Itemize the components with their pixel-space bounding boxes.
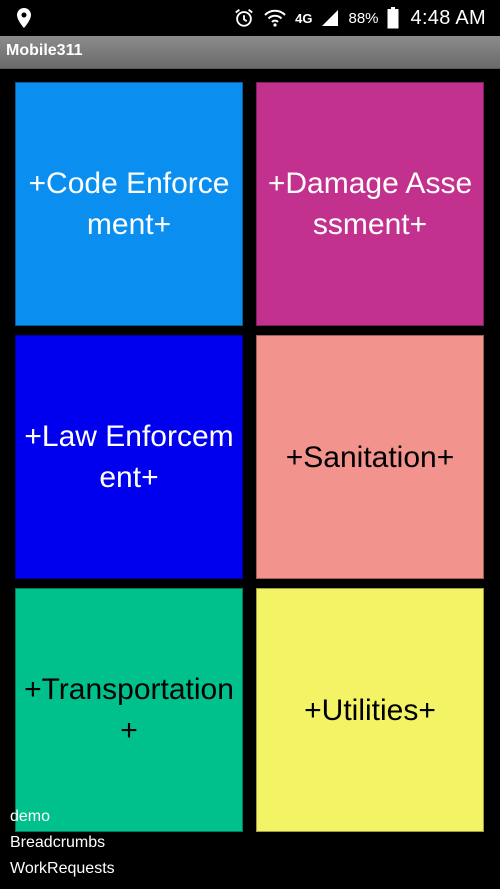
tile-law-enforcement[interactable]: +Law Enforcement+: [15, 335, 243, 579]
clock-time: 4:48 AM: [410, 6, 486, 29]
tile-label: +Utilities+: [304, 693, 436, 727]
app-bar: Mobile311: [0, 36, 500, 69]
signal-icon: [320, 8, 340, 28]
location-icon: [12, 6, 36, 30]
tile-transportation[interactable]: +Transportation+: [15, 588, 243, 832]
tile-label: +Code Enforcement+: [28, 167, 230, 241]
tile-damage-assessment[interactable]: +Damage Assessment+: [256, 82, 484, 326]
footer-link-breadcrumbs[interactable]: Breadcrumbs: [10, 830, 115, 856]
footer-link-workrequests[interactable]: WorkRequests: [10, 856, 115, 882]
alarm-icon: [233, 7, 255, 29]
tile-label: +Transportation+: [24, 673, 234, 747]
tile-sanitation[interactable]: +Sanitation+: [256, 335, 484, 579]
app-title: Mobile311: [6, 42, 83, 59]
wifi-icon: [263, 7, 287, 29]
tile-label: +Law Enforcement+: [24, 420, 234, 494]
battery-percent: 88%: [348, 9, 379, 27]
footer-link-demo[interactable]: demo: [10, 804, 115, 830]
tile-code-enforcement[interactable]: +Code Enforcement+: [15, 82, 243, 326]
network-type: 4G: [295, 10, 313, 26]
tile-label: +Damage Assessment+: [267, 167, 473, 241]
battery-icon: [387, 7, 399, 29]
status-bar: 4G 88% 4:48 AM: [0, 0, 500, 36]
tile-utilities[interactable]: +Utilities+: [256, 588, 484, 832]
footer-links: demo Breadcrumbs WorkRequests: [10, 804, 115, 882]
tile-label: +Sanitation+: [285, 440, 455, 474]
